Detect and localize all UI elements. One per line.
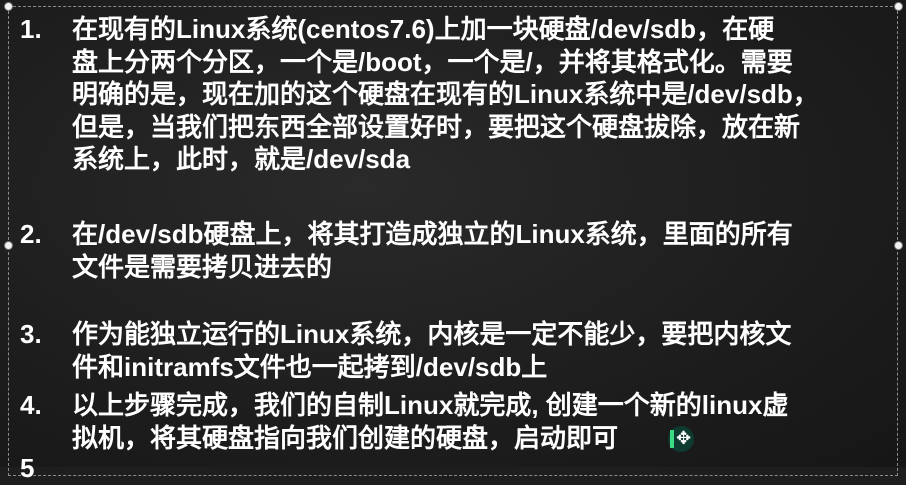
item-line: 系统上，此时，就是/dev/sda bbox=[72, 144, 411, 174]
item-number: 1. bbox=[20, 14, 42, 44]
item-line: 但是，当我们把东西全部设置好时，要把这个硬盘拔除，放在新 bbox=[72, 111, 801, 142]
item-line: 在现有的Linux系统(centos7.6)上加一块硬盘/dev/sdb，在硬 bbox=[72, 14, 775, 44]
move-cursor-icon: ✥ bbox=[668, 426, 694, 452]
item-line: 盘上分两个分区，一个是/boot，一个是/，并将其格式化。需要 bbox=[72, 46, 793, 77]
item-line: 以上步骤完成，我们的自制Linux就完成, 创建一个新的linux虚 bbox=[72, 390, 789, 420]
item-line: 文件是需要拷贝进去的 bbox=[72, 251, 333, 282]
resize-handle-top-left[interactable] bbox=[4, 2, 13, 11]
text-caret bbox=[670, 430, 674, 448]
resize-handle-right[interactable] bbox=[894, 241, 903, 250]
item-number: 2. bbox=[20, 219, 42, 249]
item-line: 明确的是，现在加的这个硬盘在现有的Linux系统中是/dev/sdb， bbox=[72, 79, 819, 109]
item-line: 件和initramfs文件也一起拷到/dev/sdb上 bbox=[72, 351, 548, 382]
item-number: 5 bbox=[20, 453, 35, 483]
item-number: 3. bbox=[20, 319, 42, 349]
pointer-arrow-icon: ✥ bbox=[676, 428, 692, 448]
item-line: 在/dev/sdb硬盘上，将其打造成独立的Linux系统，里面的所有 bbox=[72, 219, 793, 249]
resize-handle-left[interactable] bbox=[4, 241, 13, 250]
item-line: 作为能独立运行的Linux系统，内核是一定不能少，要把内核文 bbox=[72, 319, 792, 349]
item-number: 4. bbox=[20, 390, 42, 420]
resize-handle-top-right[interactable] bbox=[894, 2, 903, 11]
